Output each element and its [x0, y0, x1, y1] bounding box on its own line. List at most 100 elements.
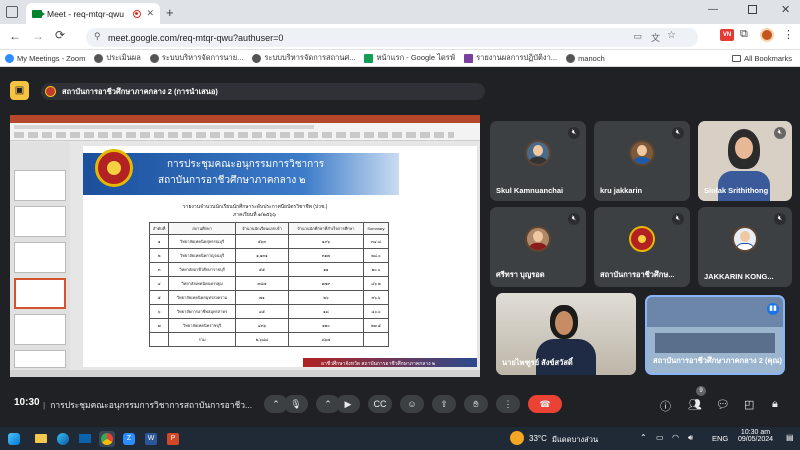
participant-tile[interactable]: 🔇︎ Skul Kamnuanchai	[490, 121, 586, 201]
bookmark-admin-system[interactable]: ระบบบริหารจัดการนาย...	[149, 52, 243, 64]
participant-tile[interactable]: 🔇︎ JAKKARIN KONG...	[698, 207, 792, 287]
divider: |	[43, 400, 46, 410]
close-window-button[interactable]: ✕	[781, 3, 790, 16]
table-cell: ๒๘.๐	[362, 248, 390, 263]
presentation-icon[interactable]: ▣	[10, 81, 29, 100]
all-bookmarks[interactable]: All Bookmarks	[732, 54, 792, 63]
back-arrow-icon[interactable]: ←	[9, 29, 21, 43]
tab-search-icon[interactable]	[6, 6, 18, 18]
recording-icon	[133, 9, 142, 18]
shared-screen: การประชุมคณะอนุกรรมการวิชาการ สถาบันการอ…	[10, 115, 480, 377]
end-call-button[interactable]: ☎	[528, 395, 562, 413]
tray-chevron-icon[interactable]: ⌃	[640, 433, 647, 442]
tab-close-icon[interactable]: ✕	[146, 8, 154, 19]
meeting-title-wrap: | การประชุมคณะอนุกรรมการวิชาการสถาบันการอ…	[43, 398, 252, 412]
table-header-row: ลำดับที่ สถานศึกษา จำนวนนักเรียนแรกเข้า จำน…	[148, 222, 390, 235]
profile-avatar[interactable]	[760, 28, 774, 42]
notification-icon[interactable]: ▤	[786, 433, 794, 442]
edge-icon[interactable]	[55, 431, 71, 447]
bookmark-star-icon[interactable]: ☆	[667, 30, 676, 41]
volume-icon[interactable]: 🔊︎	[688, 433, 693, 443]
network-icon[interactable]: ▭	[656, 433, 664, 442]
slide-thumbnail[interactable]	[14, 170, 66, 201]
browser-menu-icon[interactable]: ⋮	[783, 28, 794, 41]
wifi-icon[interactable]: ◠	[672, 433, 679, 442]
mic-muted-icon: 🔇︎	[672, 213, 684, 225]
bookmark-label: หน้าแรก - Google ไดรฟ์	[376, 53, 456, 62]
participant-name: Sinlak Srithithong	[704, 186, 769, 195]
avatar-face	[740, 231, 750, 242]
table-cell	[362, 332, 390, 347]
presenter-banner: สถาบันการอาชีวศึกษาภาคกลาง 2 (การนำเสนอ)	[41, 83, 485, 100]
avatar-shirt	[632, 157, 652, 164]
table-cell: ๑	[148, 234, 170, 249]
bookmark-school-system[interactable]: ระบบบริหารจัดการสถานศ...	[252, 52, 355, 64]
reload-icon[interactable]: ⟳	[55, 28, 65, 42]
table-cell: ๖	[148, 304, 170, 319]
participant-tile[interactable]: 🔇︎ สถาบันการอาชีวศึกษ...	[594, 207, 690, 287]
minimize-button[interactable]: —	[708, 4, 718, 15]
extension-icon[interactable]: VN	[720, 29, 734, 41]
participant-name: ศรีทรา บุญรอด	[496, 270, 545, 279]
table-cell: วิทยาลัยอาชีวศึกษาราชบุรี	[168, 262, 236, 277]
table-row: ๔วิทยาลัยเทคนิคนครปฐม ๓๘๗ ๑๗๙ ๔๖.๒	[148, 276, 390, 291]
host-controls-icon[interactable]: 🔒︎	[772, 398, 778, 411]
slide-thumbnail-selected[interactable]	[14, 278, 66, 309]
captions-button[interactable]: CC	[368, 395, 392, 413]
powerpoint-icon[interactable]: P	[165, 431, 181, 447]
extensions-icon[interactable]: ⧉	[740, 28, 748, 41]
language-indicator[interactable]: ENG	[712, 434, 728, 443]
slide-thumbnail[interactable]	[14, 314, 66, 345]
new-tab-button[interactable]: +	[166, 5, 174, 20]
bookmark-zoom[interactable]: My Meetings - Zoom	[5, 53, 86, 63]
globe-icon	[252, 53, 262, 63]
activities-icon[interactable]: ◰	[744, 398, 754, 411]
chat-icon[interactable]: 💬︎	[716, 398, 730, 411]
institute-logo	[45, 86, 56, 97]
browser-tab[interactable]: Meet - req-mtqr-qwu ✕	[26, 3, 160, 24]
start-icon[interactable]	[8, 432, 20, 445]
address-bar[interactable]: ⚲ meet.google.com/req-mtqr-qwu?authuser=…	[86, 28, 698, 47]
table-column-header: จำนวนนักเรียนแรกเข้า	[234, 222, 289, 235]
participant-tile[interactable]: 🔇︎ kru jakkarin	[594, 121, 690, 201]
participant-tile-self[interactable]: ▮▮ สถาบันการอาชีวศึกษาภาคกลาง 2 (คุณ)	[645, 295, 785, 375]
slide-thumbnail[interactable]	[14, 206, 66, 237]
bookmark-evaluation[interactable]: ประเมินผล	[94, 52, 141, 64]
speaking-indicator-icon: ▮▮	[767, 303, 779, 315]
cast-icon[interactable]: ▭	[633, 31, 642, 42]
site-info-icon[interactable]: ⚲	[94, 31, 101, 42]
chrome-icon[interactable]	[99, 430, 115, 447]
mail-icon[interactable]	[77, 431, 93, 447]
more-options-button[interactable]: ⋮	[496, 395, 520, 413]
slide-thumbnail[interactable]	[14, 242, 66, 273]
participant-tile-video[interactable]: 🔇︎ Sinlak Srithithong	[698, 121, 792, 201]
participant-tile-video[interactable]: นายไพฑูรย์ สังข์สวัสดิ์	[496, 293, 636, 375]
explorer-icon[interactable]	[33, 431, 49, 447]
bookmark-label: My Meetings - Zoom	[17, 53, 86, 63]
translate-icon[interactable]: 文	[651, 31, 660, 44]
present-button[interactable]: ⇧	[432, 395, 456, 413]
participant-tile[interactable]: 🔇︎ ศรีทรา บุญรอด	[490, 207, 586, 287]
table-cell: วิทยาลัยเทคนิคนครปฐม	[168, 276, 236, 291]
bookmark-google-drive[interactable]: หน้าแรก - Google ไดรฟ์	[364, 52, 455, 64]
microphone-button[interactable]: 🎙︎	[284, 395, 308, 413]
restore-button[interactable]	[748, 5, 757, 14]
weather-icon[interactable]	[510, 431, 524, 445]
emoji-button[interactable]: ☺	[400, 395, 424, 413]
camera-button[interactable]: ▶	[336, 395, 360, 413]
table-cell: ๗	[148, 318, 170, 333]
clock[interactable]: 10:30 am 09/05/2024	[738, 429, 773, 443]
video-person	[550, 305, 578, 339]
raise-hand-button[interactable]: ✋︎	[464, 395, 488, 413]
zoom-app-icon[interactable]: Z	[121, 431, 137, 447]
table-cell: ๑,๑๓๑	[234, 248, 289, 263]
bookmark-manoch[interactable]: manoch	[566, 53, 605, 63]
people-icon[interactable]: 👥︎	[688, 398, 702, 411]
slide-thumbnail[interactable]	[14, 350, 66, 368]
word-icon[interactable]: W	[143, 431, 159, 447]
ribbon-buttons	[14, 132, 454, 138]
meeting-info-icon[interactable]: ⓘ	[660, 398, 671, 414]
bookmark-report[interactable]: รายงานผลการปฏิบัติงา...	[464, 52, 557, 64]
table-cell: ๔๐.๐	[362, 304, 390, 319]
forward-arrow-icon[interactable]: →	[32, 29, 44, 43]
